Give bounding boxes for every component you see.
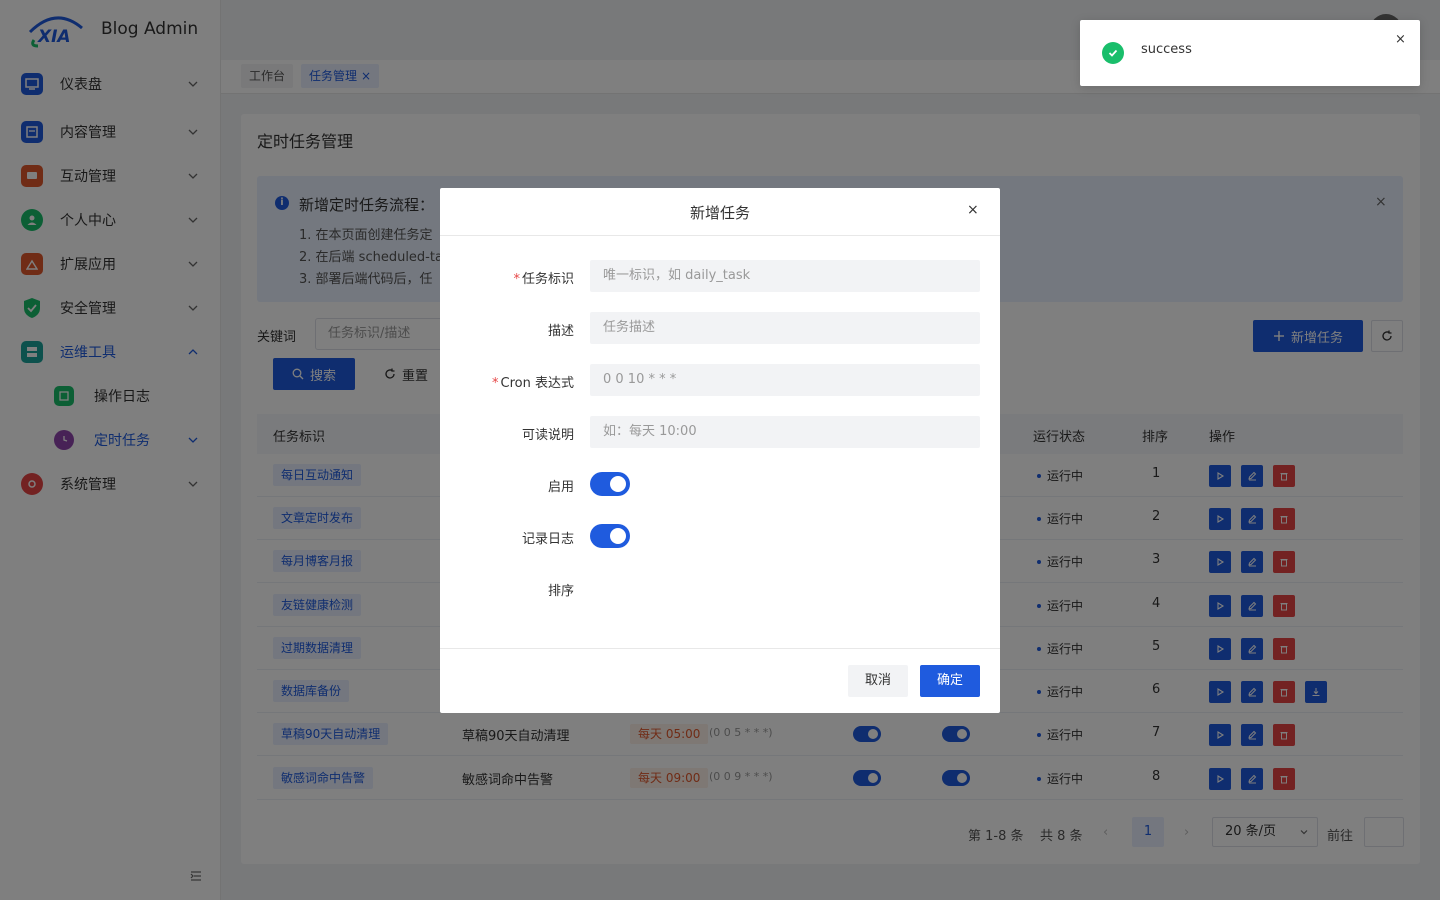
cron-label: * Cron 表达式 — [492, 376, 574, 391]
enabled-label: 启用 — [547, 480, 574, 495]
add-task-modal: 新增任务 × * 任务标识 唯一标识，如 daily_task 描述 任务描述 *… — [440, 188, 1000, 713]
toast-message: success — [1141, 42, 1192, 57]
task-id-label: * 任务标识 — [513, 272, 574, 287]
modal-title: 新增任务 — [689, 204, 750, 222]
readable-label: 可读说明 — [521, 428, 574, 443]
sort-label: 排序 — [547, 584, 574, 599]
task-id-input[interactable]: 唯一标识，如 daily_task — [590, 260, 980, 292]
close-icon[interactable]: × — [967, 202, 979, 218]
readable-input[interactable]: 如：每天 10:00 — [590, 416, 980, 448]
divider — [440, 648, 1000, 649]
cancel-button[interactable]: 取消 — [848, 665, 908, 697]
log-toggle[interactable] — [590, 524, 630, 548]
confirm-button[interactable]: 确定 — [920, 665, 980, 697]
success-toast: success × — [1080, 20, 1420, 86]
close-icon[interactable]: × — [1395, 32, 1406, 47]
enabled-toggle[interactable] — [590, 472, 630, 496]
desc-input[interactable]: 任务描述 — [590, 312, 980, 344]
log-label: 记录日志 — [521, 532, 574, 547]
divider — [440, 235, 1000, 236]
cron-input[interactable]: 0 0 10 * * * — [590, 364, 980, 396]
desc-label: 描述 — [547, 324, 574, 339]
check-circle-icon — [1102, 42, 1124, 64]
